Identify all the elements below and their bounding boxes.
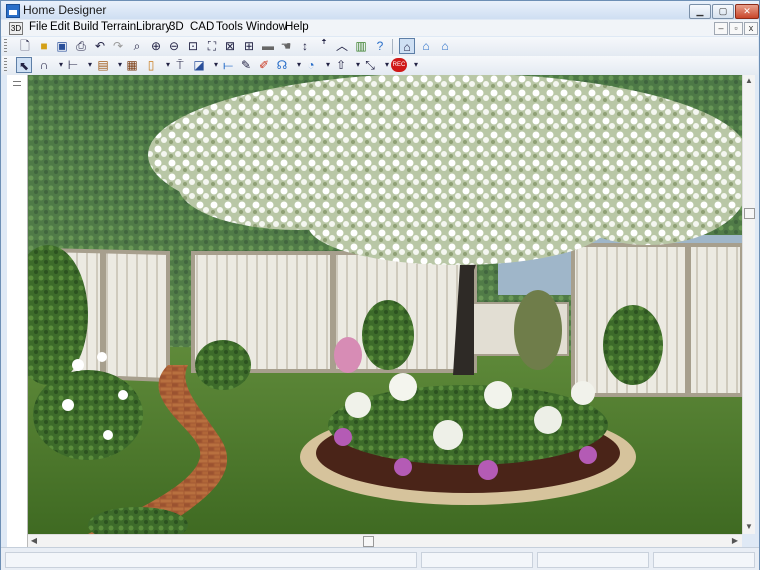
app-window: Home Designer ▁ ▢ ✕ 3D File Edit Build T… — [0, 0, 760, 570]
help-icon[interactable]: ? — [372, 38, 388, 54]
status-bar — [1, 547, 759, 570]
main-toolbar: 🗋 ■ ▣ ⎙ ↶ ↷ ⌕ ⊕ ⊖ ⊡ ⛶ ⊠ ⊞ ▬ ☚ ↕ ꜛ ︿ ▥ ? … — [2, 37, 758, 56]
menu-help[interactable]: Help — [285, 21, 309, 33]
tools-toolbar: ⬉ ∩ ▾ ⊢ ▾ ▤ ▾ ▦ ▯ ▾ ⍑ ◪ ▾ ⟝ ✎ ✐ ☊ ▾ ◔ ▾ … — [2, 56, 758, 75]
horizontal-scroll-thumb[interactable] — [363, 536, 374, 547]
scroll-left-icon[interactable]: ◀ — [29, 536, 39, 546]
roof-tool-icon[interactable]: ◪ — [191, 57, 207, 73]
fill-window-icon[interactable]: ⊡ — [185, 38, 201, 54]
material-icon[interactable]: ◔ — [303, 57, 319, 73]
undo-icon[interactable]: ↶ — [92, 38, 108, 54]
zoom-icon[interactable]: ⌕ — [129, 38, 145, 54]
print-icon[interactable]: ⎙ — [73, 38, 89, 54]
cabinet-tool-icon[interactable]: ▤ — [95, 57, 111, 73]
camera-icon[interactable]: ▬ — [260, 38, 276, 54]
horizontal-scrollbar[interactable]: ◀ ▶ — [28, 534, 742, 547]
save-icon[interactable]: ▣ — [54, 38, 70, 54]
pan-icon[interactable]: ☚ — [278, 38, 294, 54]
menu-library[interactable]: Library — [136, 21, 171, 33]
status-panel-main — [5, 552, 417, 568]
arc-tool-icon[interactable]: ∩ — [36, 57, 52, 73]
menu-file[interactable]: File — [29, 21, 48, 33]
ruler-tick — [13, 85, 21, 86]
toolbar-grip[interactable] — [4, 58, 7, 73]
zoom-in-icon[interactable]: ⊕ — [148, 38, 164, 54]
status-panel — [421, 552, 533, 568]
status-panel — [537, 552, 649, 568]
scroll-right-icon[interactable]: ▶ — [730, 536, 740, 546]
paint-icon[interactable]: ✎ — [238, 57, 254, 73]
elevation-view-icon[interactable]: ⌂ — [418, 38, 434, 54]
library-icon[interactable]: ▥ — [353, 38, 369, 54]
open-folder-icon[interactable]: ■ — [36, 38, 52, 54]
menu-edit[interactable]: Edit — [50, 21, 70, 33]
color-tool-icon[interactable]: ☊ — [274, 57, 290, 73]
menu-terrain[interactable]: Terrain — [101, 21, 136, 33]
plan-view-icon[interactable]: ⌂ — [399, 38, 415, 54]
stair-tool-icon[interactable]: ▯ — [143, 57, 159, 73]
app-icon — [6, 4, 20, 18]
doc-close-button[interactable]: x — [744, 22, 758, 35]
doc-restore-button[interactable]: ▫ — [729, 22, 743, 35]
text-tool-icon[interactable]: ✐ — [256, 57, 272, 73]
menu-window[interactable]: Window — [246, 21, 287, 33]
menu-cad[interactable]: CAD — [190, 21, 214, 33]
up-down-arrow-icon[interactable]: ↕ — [297, 38, 313, 54]
window-title: Home Designer — [23, 3, 107, 17]
up-arrow-icon[interactable]: ꜛ — [316, 38, 332, 54]
door-tool-icon[interactable]: ▦ — [124, 57, 140, 73]
document-icon[interactable]: 3D — [9, 22, 23, 35]
new-file-icon[interactable]: 🗋 — [17, 38, 33, 54]
perspective-view-icon[interactable]: ⌂ — [437, 38, 453, 54]
menu-3d[interactable]: 3D — [169, 21, 184, 33]
zoom-out-icon[interactable]: ⊖ — [166, 38, 182, 54]
menu-bar: 3D File Edit Build Terrain Library 3D CA… — [1, 20, 759, 36]
toolbar-separator — [392, 39, 393, 54]
add-icon[interactable]: ⊞ — [241, 38, 257, 54]
zoom-all-icon[interactable]: ⊠ — [222, 38, 238, 54]
select-icon[interactable]: ⬉ — [16, 57, 32, 73]
arrow-tool-icon[interactable]: ⤡ — [362, 57, 378, 73]
dropdown-arrow-icon[interactable]: ▾ — [408, 57, 424, 73]
zoom-extents-icon[interactable]: ⛶ — [204, 38, 220, 54]
menu-build[interactable]: Build — [73, 21, 99, 33]
close-button[interactable]: ✕ — [735, 4, 759, 19]
vertical-scrollbar[interactable]: ▲ ▼ — [742, 75, 755, 534]
wall-tool-icon[interactable]: ⊢ — [65, 57, 81, 73]
vertical-scroll-thumb[interactable] — [744, 208, 755, 219]
ruler-tick — [13, 81, 21, 82]
window-tool-icon[interactable]: ⍑ — [172, 57, 188, 73]
status-panel — [653, 552, 755, 568]
vertical-ruler — [7, 75, 28, 547]
dimension-tool-icon[interactable]: ⟝ — [220, 57, 236, 73]
minimize-button[interactable]: ▁ — [689, 4, 711, 19]
menu-tools[interactable]: Tools — [216, 21, 243, 33]
scroll-up-icon[interactable]: ▲ — [744, 76, 754, 86]
toolbar-grip[interactable] — [4, 39, 7, 54]
scroll-down-icon[interactable]: ▼ — [744, 522, 754, 532]
redo-icon[interactable]: ↷ — [110, 38, 126, 54]
roof-icon[interactable]: ︿ — [334, 38, 350, 54]
garden-render — [28, 75, 742, 534]
camera-tool-icon[interactable]: ⇧ — [333, 57, 349, 73]
record-icon[interactable]: REC — [391, 58, 407, 72]
title-bar: Home Designer ▁ ▢ ✕ — [1, 1, 759, 19]
doc-minimize-button[interactable]: – — [714, 22, 728, 35]
maximize-button[interactable]: ▢ — [712, 4, 734, 19]
3d-camera-view[interactable] — [28, 75, 742, 534]
